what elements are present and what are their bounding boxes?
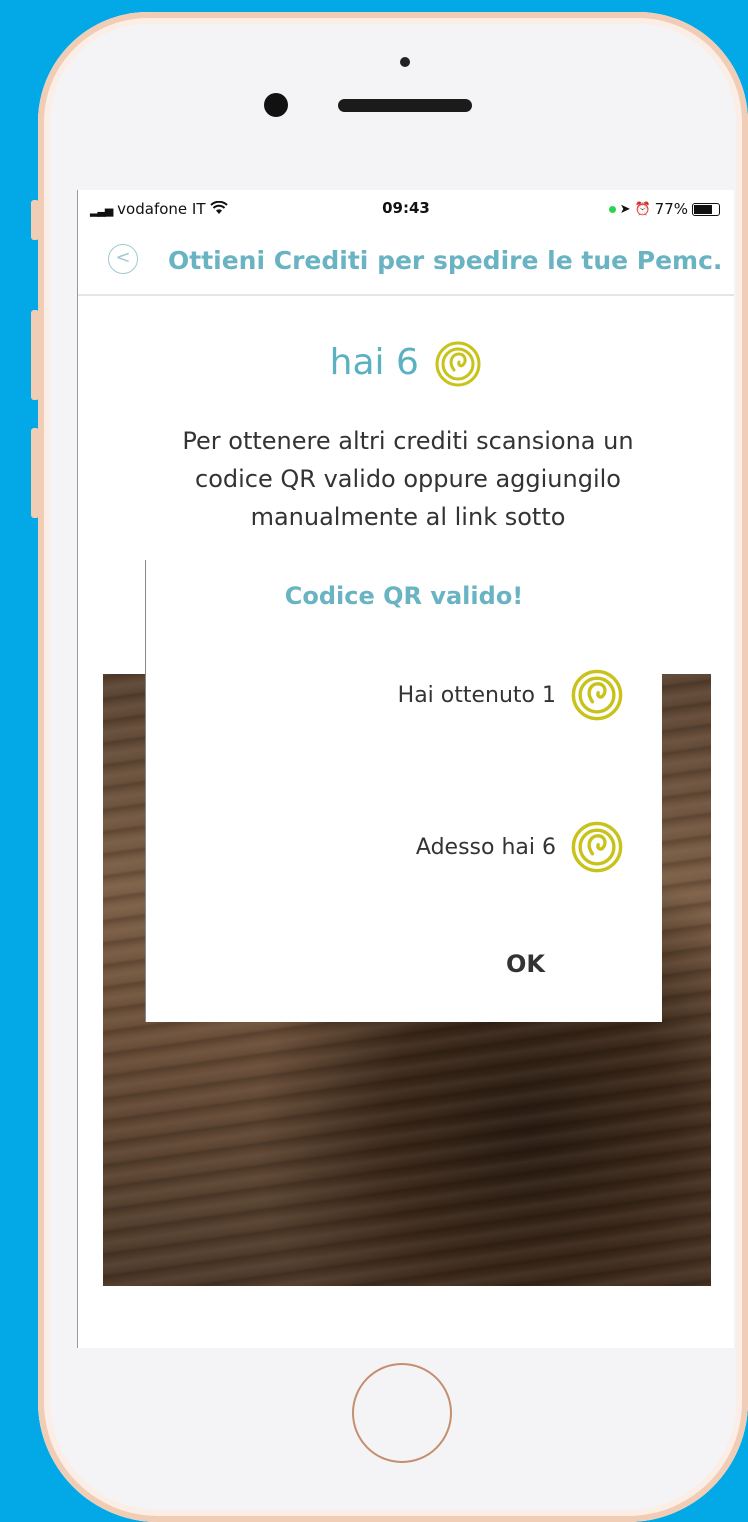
battery-percent: 77% (654, 200, 688, 218)
green-dot-icon (608, 205, 616, 213)
navigation-bar: < Ottieni Crediti per spedire le tue Pem… (78, 228, 734, 296)
earpiece-speaker (338, 99, 472, 112)
status-bar: ▂▃▅ vodafone IT 09:43 ➤ ⏰ 77% (78, 190, 734, 228)
gained-credits-row: Hai ottenuto 1 (398, 668, 624, 722)
status-right: ➤ ⏰ 77% (608, 200, 720, 218)
credits-balance: hai 6 (78, 340, 734, 388)
front-camera (264, 93, 288, 117)
back-arrow-icon[interactable]: < (108, 244, 138, 274)
credit-coin-icon (571, 821, 623, 873)
dialog-title: Codice QR valido! (284, 582, 524, 610)
instructions-text: Per ottenere altri crediti scansiona un … (182, 427, 634, 531)
ok-button[interactable]: OK (506, 950, 545, 978)
current-credits-row: Adesso hai 6 (416, 820, 624, 874)
credits-count: 6 (395, 342, 419, 383)
page-title: Ottieni Crediti per spedire le tue Pemc.… (168, 246, 724, 275)
battery-icon (692, 202, 720, 216)
location-icon: ➤ (619, 201, 631, 217)
app-screen: ▂▃▅ vodafone IT 09:43 ➤ ⏰ 77% < Ottieni … (77, 190, 734, 1348)
credit-coin-icon (571, 669, 623, 721)
now-text: Adesso hai 6 (415, 834, 556, 860)
credits-prefix: hai (329, 342, 385, 383)
credit-coin-icon (435, 341, 481, 387)
alarm-icon: ⏰ (634, 201, 651, 217)
proximity-sensor (400, 57, 410, 67)
home-button[interactable] (352, 1363, 452, 1463)
gained-text: Hai ottenuto 1 (397, 682, 556, 708)
success-dialog: Codice QR valido! Hai ottenuto 1 Adesso … (145, 560, 662, 1022)
